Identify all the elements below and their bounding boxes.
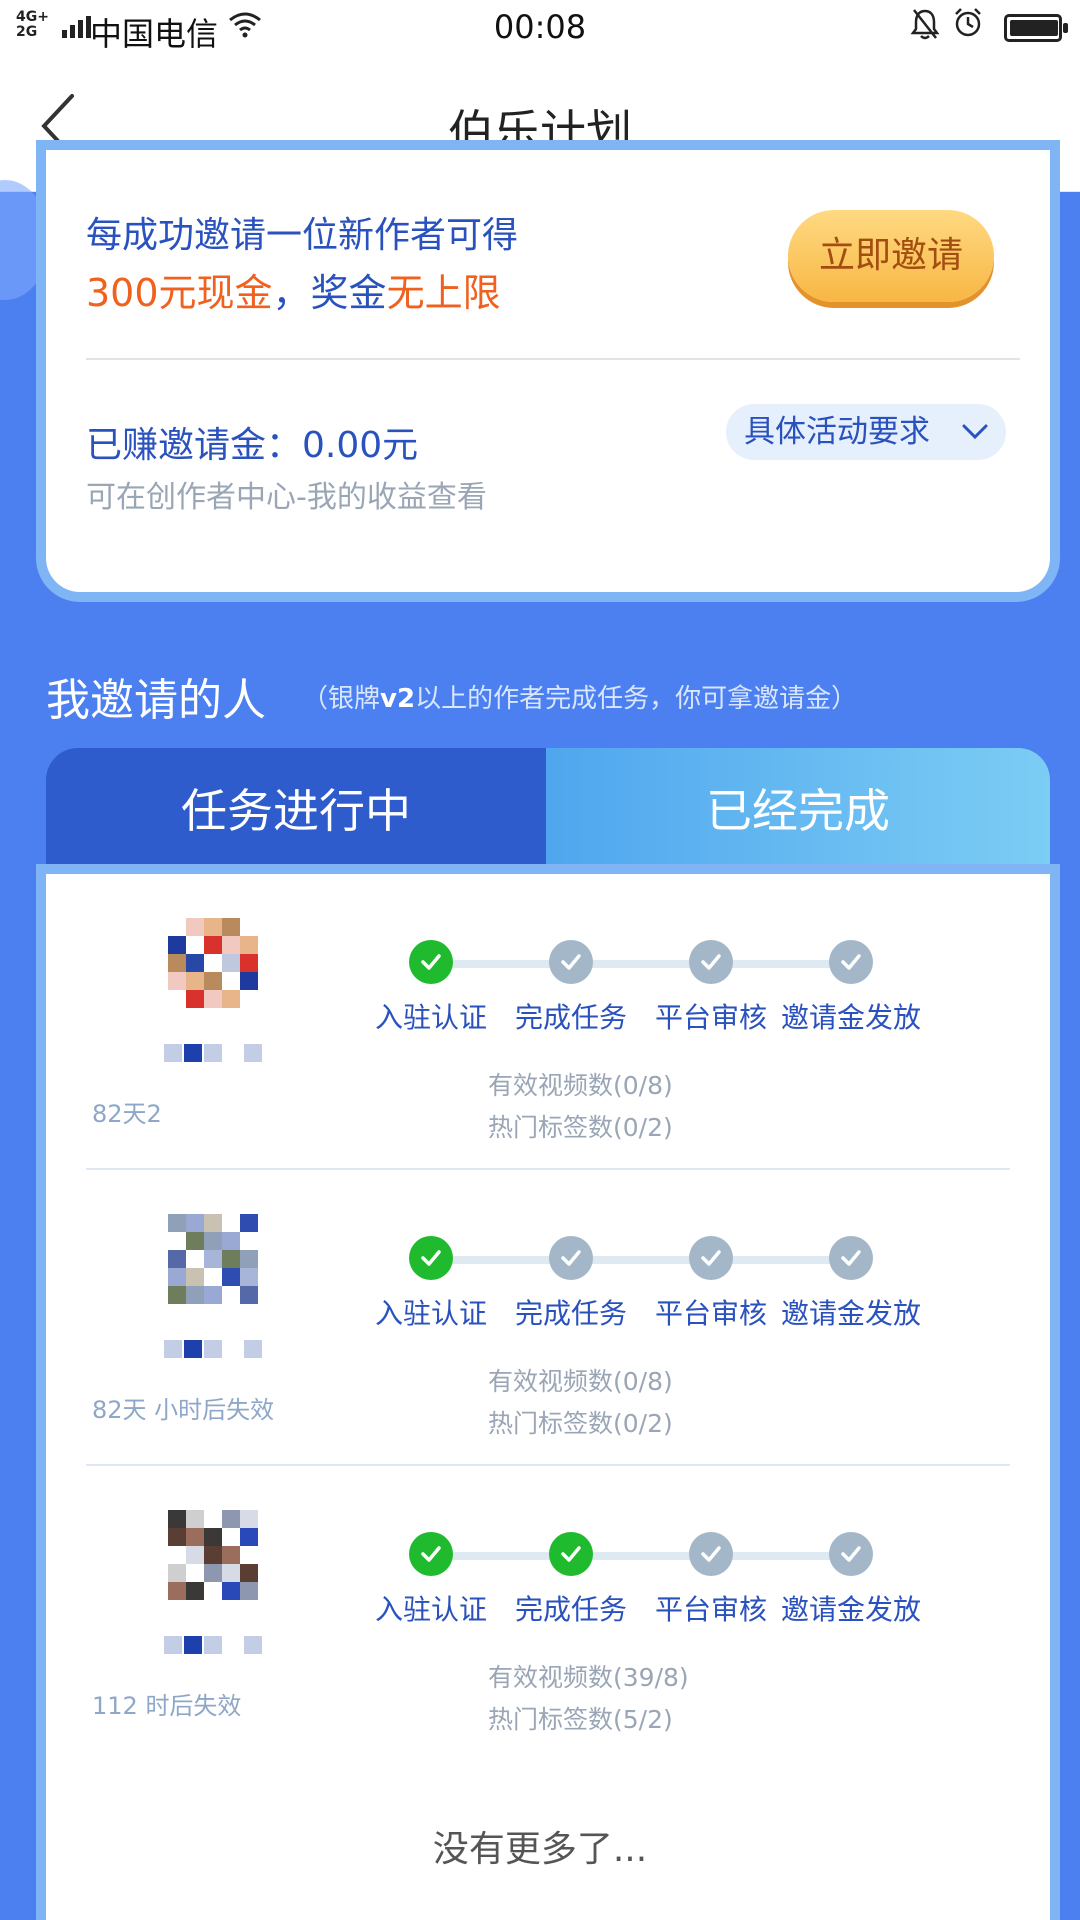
decorative-blob <box>0 180 50 300</box>
earned-amount: 已赚邀请金：0.00元 <box>86 425 419 466</box>
battery-icon <box>1004 14 1068 42</box>
check-icon <box>829 940 873 984</box>
invitee-row: 82天 小时后失效 入驻认证 完成任务 平台审核 邀请金发放有效视频数(0/8) 热门标签… <box>46 1170 1050 1466</box>
hot-tags-count: 热门标签数(0/2) <box>488 1113 673 1142</box>
progress-steps: 入驻认证 完成任务 平台审核 邀请金发放 <box>346 1532 986 1632</box>
requirements-label: 具体活动要求 <box>744 414 930 450</box>
check-icon <box>549 1236 593 1280</box>
check-icon <box>549 940 593 984</box>
step-label: 邀请金发放 <box>780 1593 921 1626</box>
expire-text: 112 时后失效 <box>92 1692 242 1720</box>
chevron-down-icon <box>962 424 988 440</box>
check-icon <box>689 940 733 984</box>
check-icon <box>409 1532 453 1576</box>
alarm-icon <box>952 6 984 46</box>
valid-videos-count: 有效视频数(0/8) <box>488 1367 673 1396</box>
check-icon <box>829 1532 873 1576</box>
divider <box>86 358 1020 360</box>
section-title: 我邀请的人 <box>46 675 266 726</box>
expire-text: 82天2 <box>92 1100 162 1128</box>
check-icon <box>829 1236 873 1280</box>
requirements-button[interactable]: 具体活动要求 <box>726 404 1006 460</box>
check-icon <box>549 1532 593 1576</box>
username-redacted <box>160 1044 280 1066</box>
username-redacted <box>160 1340 280 1362</box>
badge-v2: v2 <box>380 684 416 714</box>
step-label: 邀请金发放 <box>780 1001 921 1034</box>
hot-tags-count: 热门标签数(0/2) <box>488 1409 673 1438</box>
avatar <box>158 1506 268 1616</box>
check-icon <box>689 1532 733 1576</box>
hot-tags-count: 热门标签数(5/2) <box>488 1705 673 1734</box>
invitee-row: 82天2 入驻认证 完成任务 平台审核 邀请金发放有效视频数(0/8) 热门标签数(0/2… <box>46 874 1050 1170</box>
progress-steps: 入驻认证 完成任务 平台审核 邀请金发放 <box>346 940 986 1040</box>
progress-step: 邀请金发放 <box>766 1532 936 1628</box>
username-redacted <box>160 1636 280 1658</box>
no-more-text: 没有更多了... <box>432 1829 648 1870</box>
step-label: 邀请金发放 <box>780 1297 921 1330</box>
expire-text: 82天 小时后失效 <box>92 1396 275 1424</box>
progress-step: 邀请金发放 <box>766 1236 936 1332</box>
invite-card: 每成功邀请一位新作者可得 300元现金，奖金无上限 立即邀请 已赚邀请金：0.0… <box>46 150 1050 592</box>
invite-description: 每成功邀请一位新作者可得 <box>86 215 519 256</box>
valid-videos-count: 有效视频数(39/8) <box>488 1663 689 1692</box>
reward-amount: 300元现金 <box>86 271 273 315</box>
progress-steps: 入驻认证 完成任务 平台审核 邀请金发放 <box>346 1236 986 1336</box>
tab-in-progress[interactable]: 任务进行中 <box>46 748 546 874</box>
invitee-list: 82天2 入驻认证 完成任务 平台审核 邀请金发放 有效视频数(0/8) 热门标签数(0/2… <box>46 874 1050 1920</box>
valid-videos-count: 有效视频数(0/8) <box>488 1071 673 1100</box>
bonus-prefix: 奖金 <box>310 271 387 315</box>
avatar <box>158 1210 268 1320</box>
check-icon <box>689 1236 733 1280</box>
invite-now-button[interactable]: 立即邀请 <box>788 210 994 302</box>
avatar <box>158 914 268 1024</box>
status-bar: 4G+ 2G 中国电信 00:08 <box>0 0 1080 58</box>
invitee-row: 112 时后失效 入驻认证 完成任务 平台审核 邀请金发放有效视频数(39/8) 热门标签… <box>46 1466 1050 1762</box>
check-icon <box>409 1236 453 1280</box>
check-icon <box>409 940 453 984</box>
section-note: （银牌v2以上的作者完成任务，你可拿邀请金） <box>302 684 858 714</box>
progress-step: 邀请金发放 <box>766 940 936 1036</box>
bonus-unlimited: 无上限 <box>386 271 501 315</box>
invite-reward: 300元现金，奖金无上限 <box>86 271 501 315</box>
tab-completed[interactable]: 已经完成 <box>546 748 1050 874</box>
bell-muted-icon <box>910 8 940 48</box>
earned-hint: 可在创作者中心-我的收益查看 <box>86 480 487 515</box>
